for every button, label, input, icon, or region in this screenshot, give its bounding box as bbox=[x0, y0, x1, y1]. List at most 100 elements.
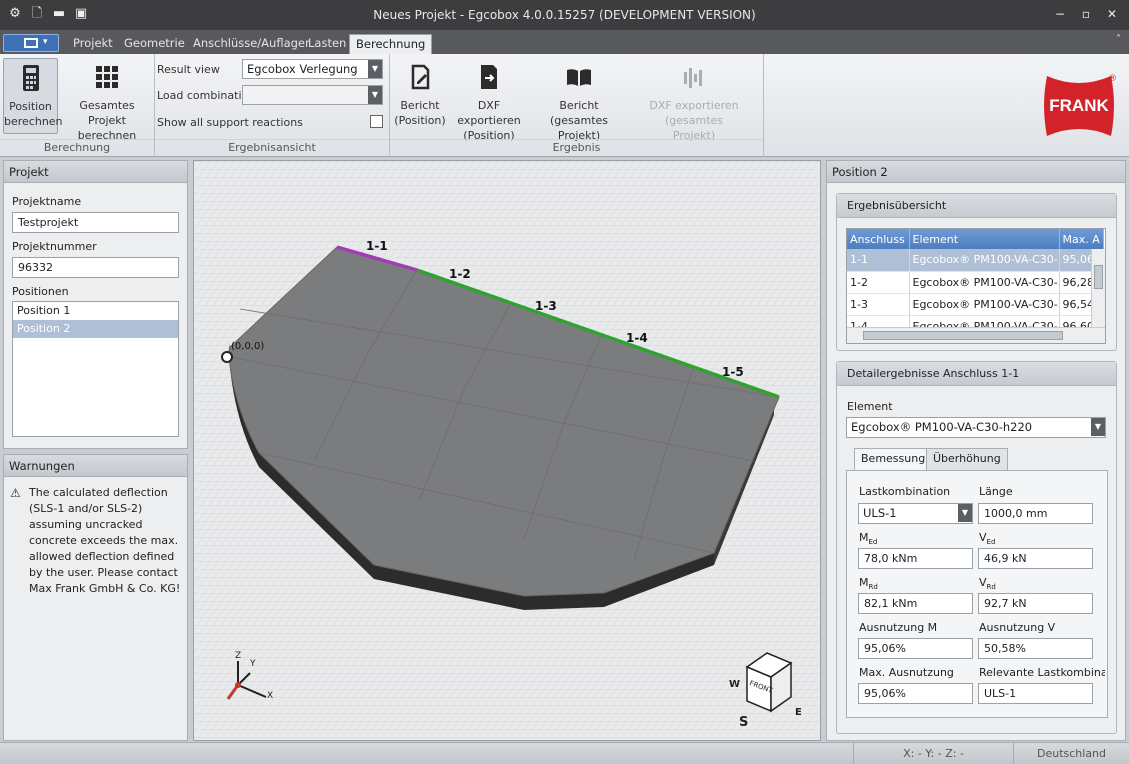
column-header-max[interactable]: Max. A bbox=[1059, 229, 1104, 249]
vrd-symbol: V bbox=[979, 576, 987, 589]
viewcube-south-label[interactable]: S bbox=[739, 715, 748, 730]
warning-text: The calculated deflection (SLS-1 and/or … bbox=[29, 486, 181, 595]
grid-calculator-icon bbox=[92, 62, 122, 92]
position-berechnen-label-2: berechnen bbox=[4, 115, 63, 128]
column-header-element[interactable]: Element bbox=[909, 229, 1060, 249]
3d-viewport[interactable]: (0,0,0) 1-1 1-2 1-3 1-4 1-5 Z Y X FRONT … bbox=[193, 160, 821, 741]
viewcube-east-label[interactable]: E bbox=[795, 707, 802, 718]
table-row[interactable]: 1-3 Egcobox® PM100-VA-C30-... 96,54 bbox=[847, 293, 1104, 316]
tab-anschluesse-auflager[interactable]: Anschlüsse/Auflager bbox=[187, 34, 316, 54]
close-icon[interactable]: ✕ bbox=[1101, 5, 1123, 23]
view-cube[interactable]: FRONT W E S bbox=[729, 649, 809, 730]
viewport-canvas bbox=[194, 161, 820, 740]
list-item-position-1[interactable]: Position 1 bbox=[13, 302, 178, 320]
tab-lasten[interactable]: Lasten bbox=[302, 34, 352, 54]
load-combination-select[interactable]: ▼ bbox=[242, 85, 383, 105]
dxf-export-gesamt-button[interactable]: DXF exportieren (gesamtes Projekt) bbox=[628, 58, 760, 142]
ausnutzung-m-field[interactable]: 95,06% bbox=[858, 638, 973, 659]
support-reactions-label: Show all support reactions bbox=[157, 116, 303, 129]
minimize-icon[interactable]: − bbox=[1049, 5, 1071, 23]
projekt-panel-title: Projekt bbox=[4, 161, 187, 183]
relevante-lastkombination-field[interactable]: ULS-1 bbox=[978, 683, 1093, 704]
med-field[interactable]: 78,0 kNm bbox=[858, 548, 973, 569]
connection-label-1-1[interactable]: 1-1 bbox=[366, 239, 388, 253]
position-panel: Position 2 Ergebnisübersicht Anschluss E… bbox=[826, 160, 1126, 741]
frank-logo: FRANK ® bbox=[1039, 72, 1119, 140]
bericht-position-button[interactable]: Bericht (Position) bbox=[394, 58, 446, 134]
position-panel-title: Position 2 bbox=[827, 161, 1125, 183]
collapse-ribbon-icon[interactable]: ˄ bbox=[1116, 34, 1121, 45]
ribbon-group-berechnung: Position berechnen Gesamtes Projekt bere… bbox=[0, 54, 155, 157]
restore-icon[interactable]: ▫ bbox=[1075, 5, 1097, 23]
lastkombination-select[interactable]: ULS-1 ▼ bbox=[858, 503, 973, 524]
mrd-field[interactable]: 82,1 kNm bbox=[858, 593, 973, 614]
column-header-anschluss[interactable]: Anschluss bbox=[847, 229, 910, 249]
status-bar: X: - Y: - Z: - Deutschland bbox=[0, 742, 1129, 764]
scrollbar-thumb[interactable] bbox=[863, 331, 1063, 340]
warning-triangle-icon: ⚠ bbox=[10, 486, 21, 500]
element-select-value: Egcobox® PM100-VA-C30-h220 bbox=[851, 420, 1033, 434]
position-berechnen-button[interactable]: Position berechnen bbox=[3, 58, 63, 134]
ved-label: VEd bbox=[979, 531, 995, 546]
cell-element: Egcobox® PM100-VA-C30-... bbox=[909, 249, 1060, 272]
connection-label-1-4[interactable]: 1-4 bbox=[626, 331, 648, 345]
open-book-icon bbox=[564, 62, 594, 92]
bericht-gesamt-button[interactable]: Bericht (gesamtes Projekt) bbox=[533, 58, 625, 142]
dxf-position-label-1: DXF exportieren bbox=[457, 99, 521, 127]
support-reactions-checkbox[interactable] bbox=[370, 115, 383, 128]
tab-bemessung[interactable]: Bemessung bbox=[854, 448, 933, 470]
gesamtes-projekt-berechnen-button[interactable]: Gesamtes Projekt berechnen bbox=[62, 58, 152, 142]
ausnutzung-v-field[interactable]: 50,58% bbox=[978, 638, 1093, 659]
connection-label-1-3[interactable]: 1-3 bbox=[535, 299, 557, 313]
projektnummer-label: Projektnummer bbox=[12, 240, 97, 253]
group-label-ergebnis: Ergebnis bbox=[390, 139, 763, 155]
positionen-label: Positionen bbox=[12, 285, 69, 298]
ved-field[interactable]: 46,9 kN bbox=[978, 548, 1093, 569]
ribbon-group-ergebnisansicht: Result view Egcobox Verlegung ▼ Load com… bbox=[155, 54, 390, 157]
vertical-scrollbar[interactable] bbox=[1091, 249, 1105, 327]
projektnummer-field[interactable]: 96332 bbox=[12, 257, 179, 278]
application-menu-button[interactable]: ▾ bbox=[3, 34, 59, 52]
origin-label: (0,0,0) bbox=[231, 341, 265, 352]
med-label: MEd bbox=[859, 531, 877, 546]
list-item-position-2[interactable]: Position 2 bbox=[13, 320, 178, 338]
horizontal-scrollbar[interactable] bbox=[847, 327, 1105, 343]
ribbon-group-ergebnis: Bericht (Position) DXF exportieren (Posi… bbox=[390, 54, 764, 157]
max-ausnutzung-field[interactable]: 95,06% bbox=[858, 683, 973, 704]
tab-geometrie[interactable]: Geometrie bbox=[118, 34, 191, 54]
axis-x-label: X bbox=[267, 691, 274, 701]
chevron-down-icon: ▾ bbox=[43, 37, 48, 47]
table-row[interactable]: 1-2 Egcobox® PM100-VA-C30-... 96,28 bbox=[847, 271, 1104, 294]
dxf-export-position-button[interactable]: DXF exportieren (Position) bbox=[448, 58, 530, 142]
connection-label-1-5[interactable]: 1-5 bbox=[722, 365, 744, 379]
element-select[interactable]: Egcobox® PM100-VA-C30-h220 ▼ bbox=[846, 417, 1106, 438]
tab-projekt[interactable]: Projekt bbox=[67, 34, 119, 54]
bericht-gesamt-label-1: Bericht (gesamtes bbox=[549, 99, 609, 127]
connection-label-1-2[interactable]: 1-2 bbox=[449, 267, 471, 281]
ausnutzung-m-label: Ausnutzung M bbox=[859, 621, 938, 634]
result-view-select[interactable]: Egcobox Verlegung ▼ bbox=[242, 59, 383, 79]
laenge-field[interactable]: 1000,0 mm bbox=[978, 503, 1093, 524]
projektname-field[interactable]: Testprojekt bbox=[12, 212, 179, 233]
tab-berechnung[interactable]: Berechnung bbox=[349, 34, 433, 54]
dropdown-arrow-icon: ▼ bbox=[368, 86, 382, 104]
cell-anschluss: 1-3 bbox=[847, 293, 910, 316]
result-view-label: Result view bbox=[157, 63, 220, 76]
logo-registered-mark: ® bbox=[1108, 74, 1117, 84]
scrollbar-thumb[interactable] bbox=[1094, 265, 1103, 289]
axis-triad: Z Y X bbox=[222, 651, 282, 711]
window-title: Neues Projekt - Egcobox 4.0.0.15257 (DEV… bbox=[373, 8, 756, 22]
country-indicator: Deutschland bbox=[1013, 743, 1129, 764]
tab-ueberhoehung[interactable]: Überhöhung bbox=[926, 448, 1008, 470]
mrd-label: MRd bbox=[859, 576, 878, 591]
ribbon: Position berechnen Gesamtes Projekt bere… bbox=[0, 54, 1129, 157]
viewcube-west-label[interactable]: W bbox=[729, 679, 740, 690]
med-symbol: M bbox=[859, 531, 869, 544]
vrd-field[interactable]: 92,7 kN bbox=[978, 593, 1093, 614]
dropdown-arrow-icon: ▼ bbox=[1091, 418, 1105, 436]
table-row[interactable]: 1-1 Egcobox® PM100-VA-C30-... 95,06 bbox=[847, 249, 1104, 272]
warnungen-panel: Warnungen ⚠ The calculated deflection (S… bbox=[3, 454, 188, 741]
positionen-list[interactable]: Position 1 Position 2 bbox=[12, 301, 179, 437]
cell-element: Egcobox® PM100-VA-C30-... bbox=[909, 271, 1060, 294]
detailergebnisse-title: Detailergebnisse Anschluss 1-1 bbox=[837, 362, 1116, 386]
